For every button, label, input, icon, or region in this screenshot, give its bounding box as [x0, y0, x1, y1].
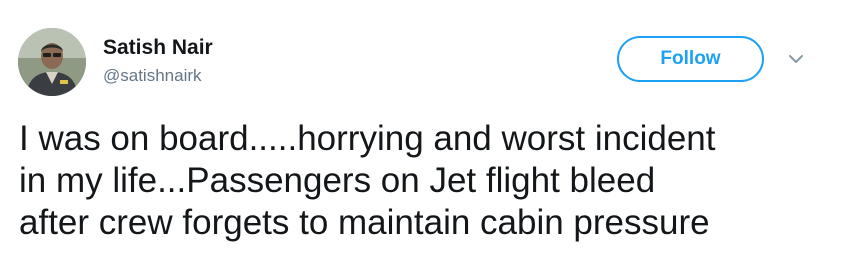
author-handle[interactable]: @satishnairk	[103, 66, 202, 86]
author-name[interactable]: Satish Nair	[103, 36, 213, 60]
tweet-text-line: I was on board.....horrying and worst in…	[19, 119, 716, 158]
follow-button[interactable]: Follow	[617, 36, 764, 82]
tweet-text: I was on board.....horrying and worst in…	[19, 118, 839, 244]
chevron-down-icon[interactable]	[787, 50, 805, 68]
avatar[interactable]	[18, 28, 86, 96]
avatar-image	[18, 28, 86, 96]
tweet-text-line: in my life...Passengers on Jet flight bl…	[19, 161, 656, 200]
tweet-text-line: after crew forgets to maintain cabin pre…	[19, 203, 710, 242]
tweet-card: Satish Nair @satishnairk Follow I was on…	[0, 0, 850, 262]
